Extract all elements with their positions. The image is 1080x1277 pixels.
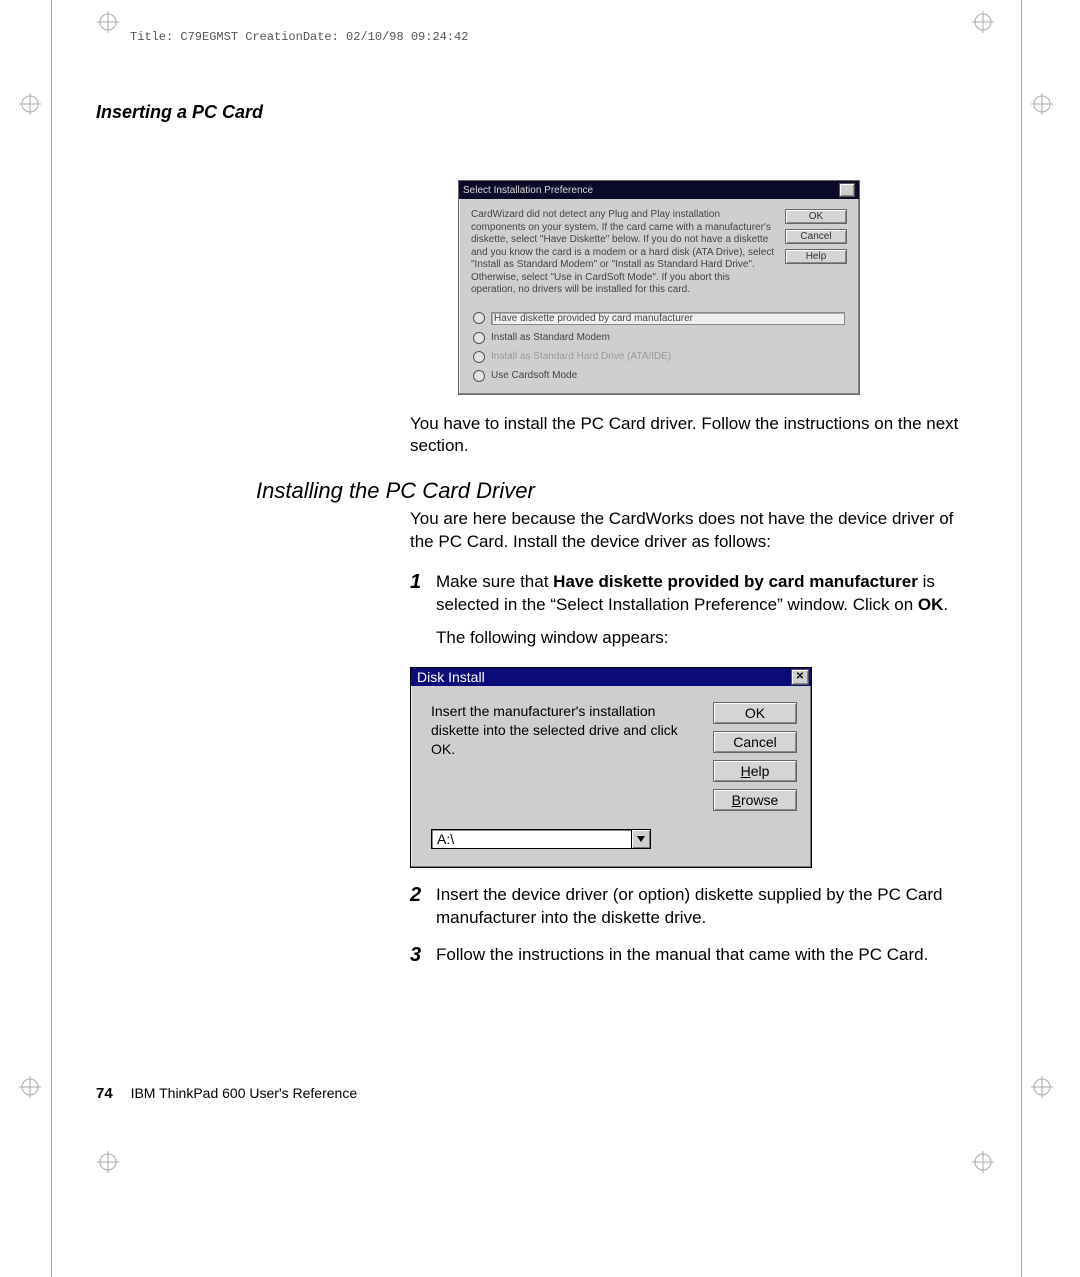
radio-label: Use Cardsoft Mode [491, 370, 577, 381]
radio-label: Have diskette provided by card manufactu… [491, 312, 845, 325]
meta-header: Title: C79EGMST CreationDate: 02/10/98 0… [130, 30, 468, 44]
body-text: You have to install the PC Card driver. … [410, 413, 970, 459]
crop-mark [1030, 92, 1054, 116]
crop-mark [971, 1150, 995, 1174]
radio-icon [473, 370, 485, 382]
step-number: 3 [410, 942, 421, 969]
radio-standard-modem[interactable]: Install as Standard Modem [473, 332, 845, 344]
dialog-title: Select Installation Preference [463, 185, 593, 196]
page-footer: 74 IBM ThinkPad 600 User's Reference [96, 1085, 357, 1102]
help-button[interactable]: Help [713, 760, 797, 782]
section-heading: Installing the PC Card Driver [256, 478, 970, 504]
step-text: Make sure that Have diskette provided by… [436, 572, 948, 614]
crop-vline-right [1021, 0, 1022, 1277]
dialog-titlebar: Disk Install ✕ [411, 668, 811, 686]
dialog-message: Insert the manufacturer's installation d… [431, 702, 697, 811]
radio-standard-hard-drive: Install as Standard Hard Drive (ATA/IDE) [473, 351, 845, 363]
page-number: 74 [96, 1085, 113, 1102]
radio-label: Install as Standard Modem [491, 332, 610, 343]
radio-cardsoft-mode[interactable]: Use Cardsoft Mode [473, 370, 845, 382]
dialog-instructions: CardWizard did not detect any Plug and P… [471, 209, 775, 297]
step-3: 3 Follow the instructions in the manual … [410, 944, 970, 967]
dialog-title: Disk Install [417, 669, 485, 685]
crop-mark [1030, 1075, 1054, 1099]
help-button[interactable]: Help [785, 249, 847, 264]
dialog-titlebar: Select Installation Preference × [459, 181, 859, 199]
crop-vline-left [51, 0, 52, 1277]
disk-install-dialog: Disk Install ✕ Insert the manufacturer's… [410, 667, 812, 868]
crop-mark [96, 1150, 120, 1174]
radio-icon [473, 332, 485, 344]
ok-button[interactable]: OK [785, 209, 847, 224]
radio-have-diskette[interactable]: Have diskette provided by card manufactu… [473, 312, 845, 325]
crop-mark [971, 10, 995, 34]
step-number: 1 [410, 569, 421, 596]
step-number: 2 [410, 882, 421, 909]
step-text: Insert the device driver (or option) dis… [436, 885, 942, 927]
ok-button[interactable]: OK [713, 702, 797, 724]
step-2: 2 Insert the device driver (or option) d… [410, 884, 970, 930]
crop-mark [96, 10, 120, 34]
radio-icon [473, 351, 485, 363]
select-installation-preference-dialog: Select Installation Preference × CardWiz… [458, 180, 860, 395]
drive-select[interactable]: A:\ [431, 829, 651, 849]
radio-label: Install as Standard Hard Drive (ATA/IDE) [491, 351, 671, 362]
close-icon[interactable]: × [839, 183, 855, 197]
radio-icon [473, 312, 485, 324]
book-title: IBM ThinkPad 600 User's Reference [131, 1085, 358, 1101]
cancel-button[interactable]: Cancel [785, 229, 847, 244]
close-icon[interactable]: ✕ [791, 669, 809, 685]
crop-mark [18, 92, 42, 116]
cancel-button[interactable]: Cancel [713, 731, 797, 753]
chevron-down-icon[interactable] [632, 829, 651, 849]
body-text: You are here because the CardWorks does … [410, 508, 970, 554]
crop-mark [18, 1075, 42, 1099]
step-note: The following window appears: [436, 627, 970, 650]
drive-value: A:\ [431, 829, 632, 849]
step-1: 1 Make sure that Have diskette provided … [410, 571, 970, 650]
running-head: Inserting a PC Card [96, 102, 263, 123]
browse-button[interactable]: Browse [713, 789, 797, 811]
step-text: Follow the instructions in the manual th… [436, 945, 928, 964]
